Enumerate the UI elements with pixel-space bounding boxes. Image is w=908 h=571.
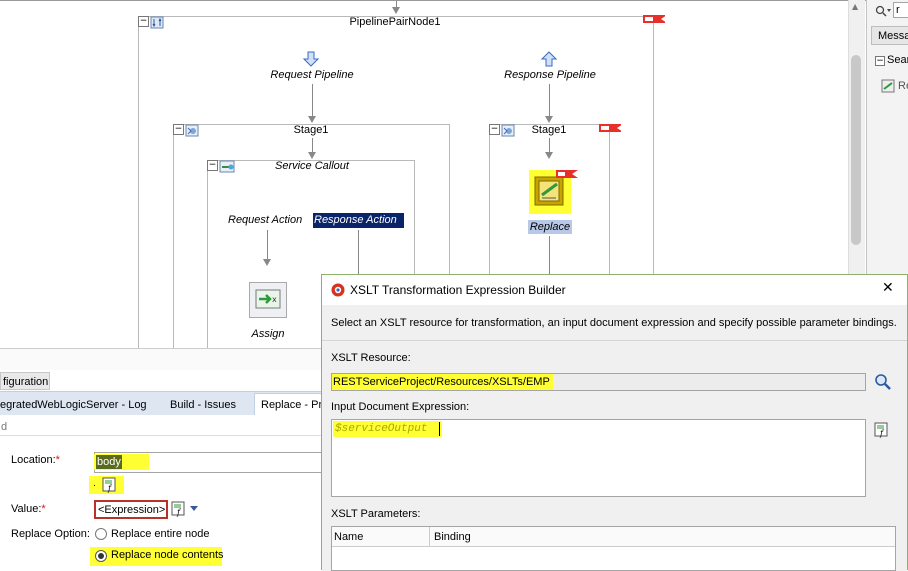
dialog-titlebar: XSLT Transformation Expression Builder ✕ xyxy=(322,275,907,305)
location-value[interactable]: body xyxy=(96,455,122,469)
connector-arrow xyxy=(308,152,316,159)
response-pipeline-arrow-icon xyxy=(541,51,557,67)
request-pipeline-arrow-icon xyxy=(303,51,319,67)
expression-builder-icon[interactable]: f xyxy=(874,422,890,438)
search-section-label: Sear xyxy=(887,54,908,66)
messages-dropdown[interactable]: Messa xyxy=(871,26,908,45)
request-pipeline-label[interactable]: Request Pipeline xyxy=(262,69,362,81)
filter-field[interactable]: d xyxy=(0,418,335,436)
collapse-icon[interactable]: − xyxy=(207,160,218,171)
dialog-title: XSLT Transformation Expression Builder xyxy=(350,283,566,297)
replace-entire-label[interactable]: Replace entire node xyxy=(111,528,209,540)
params-table-header xyxy=(332,527,895,547)
service-callout-icon xyxy=(219,160,235,173)
app-logo-icon xyxy=(331,283,345,297)
service-callout-title: Service Callout xyxy=(275,160,349,172)
replace-entire-radio[interactable] xyxy=(95,528,107,540)
request-action-label[interactable]: Request Action xyxy=(228,214,302,226)
connector xyxy=(267,230,268,260)
dialog-body: Select an XSLT resource for transformati… xyxy=(322,305,907,571)
connector-arrow xyxy=(263,259,271,266)
stage-icon xyxy=(185,124,199,137)
stage-left-title: Stage1 xyxy=(293,124,329,136)
tab-build-issues[interactable]: Build - Issues xyxy=(164,396,242,414)
connector-arrow xyxy=(392,7,400,14)
search-icon[interactable] xyxy=(874,373,892,391)
assign-icon: x xyxy=(255,289,281,309)
dropdown-arrow-icon[interactable] xyxy=(190,506,199,512)
input-doc-label: Input Document Expression: xyxy=(331,401,470,413)
collapse-icon[interactable]: − xyxy=(489,124,500,135)
column-divider[interactable] xyxy=(429,527,430,547)
collapse-icon[interactable]: − xyxy=(138,16,149,27)
stage-icon xyxy=(501,124,515,137)
result-item[interactable]: Re xyxy=(898,80,908,92)
value-label: Value:* xyxy=(11,503,46,515)
search-input[interactable]: r xyxy=(893,2,908,18)
params-col-name[interactable]: Name xyxy=(334,531,363,543)
collapse-icon[interactable]: − xyxy=(875,56,885,66)
response-pipeline-label[interactable]: Response Pipeline xyxy=(495,69,605,81)
collapse-icon[interactable]: − xyxy=(173,124,184,135)
expression-builder-icon[interactable]: f xyxy=(102,477,118,493)
tab-configuration[interactable]: figuration xyxy=(0,372,50,390)
scroll-up-icon[interactable]: ▲ xyxy=(852,2,858,11)
error-flag-icon xyxy=(643,15,665,23)
dot-text: . xyxy=(93,478,96,489)
error-flag-icon xyxy=(599,124,621,132)
params-col-binding[interactable]: Binding xyxy=(434,531,471,543)
pipeline-pair-title: PipelinePairNode1 xyxy=(349,16,441,28)
connector-arrow xyxy=(545,152,553,159)
stage-right-title: Stage1 xyxy=(531,124,567,136)
xslt-resource-label: XSLT Resource: xyxy=(331,352,411,364)
input-doc-value[interactable]: $serviceOutput xyxy=(335,423,427,435)
panel-header xyxy=(0,348,335,370)
close-icon[interactable]: ✕ xyxy=(882,280,894,296)
scrollbar-thumb[interactable] xyxy=(851,55,861,245)
connector xyxy=(312,84,313,118)
pipeline-pair-icon xyxy=(150,16,164,29)
connector-arrow xyxy=(308,116,316,123)
canvas-top-border xyxy=(0,0,866,1)
replace-option-label: Replace Option: xyxy=(11,528,90,540)
text-caret xyxy=(439,422,440,436)
connector-arrow xyxy=(545,116,553,123)
replace-contents-radio[interactable] xyxy=(95,550,107,562)
value-expression-field[interactable]: <Expression> xyxy=(94,500,168,519)
separator xyxy=(322,340,907,341)
xslt-resource-value[interactable]: RESTServiceProject/Resources/XSLTs/EMP xyxy=(332,374,553,390)
response-action-label[interactable]: Response Action xyxy=(313,213,404,228)
assign-action-node[interactable]: x xyxy=(249,282,287,318)
connector xyxy=(549,236,550,276)
replace-contents-label[interactable]: Replace node contents xyxy=(111,549,224,561)
location-label: Location:* xyxy=(11,454,60,466)
connector xyxy=(549,84,550,118)
svg-text:x: x xyxy=(272,295,277,304)
dialog-description: Select an XSLT resource for transformati… xyxy=(331,317,897,329)
tab-weblogic-log[interactable]: egratedWebLogicServer - Log xyxy=(0,396,147,414)
xslt-expression-builder-dialog: XSLT Transformation Expression Builder ✕… xyxy=(321,274,908,571)
properties-panel: figuration egratedWebLogicServer - Log B… xyxy=(0,348,335,570)
expression-builder-icon[interactable]: f xyxy=(171,501,187,517)
replace-result-icon xyxy=(881,79,895,93)
params-label: XSLT Parameters: xyxy=(331,508,421,520)
search-icon[interactable] xyxy=(875,5,891,17)
replace-label[interactable]: Replace xyxy=(528,220,572,234)
error-flag-icon xyxy=(556,170,578,178)
assign-label[interactable]: Assign xyxy=(243,328,293,340)
